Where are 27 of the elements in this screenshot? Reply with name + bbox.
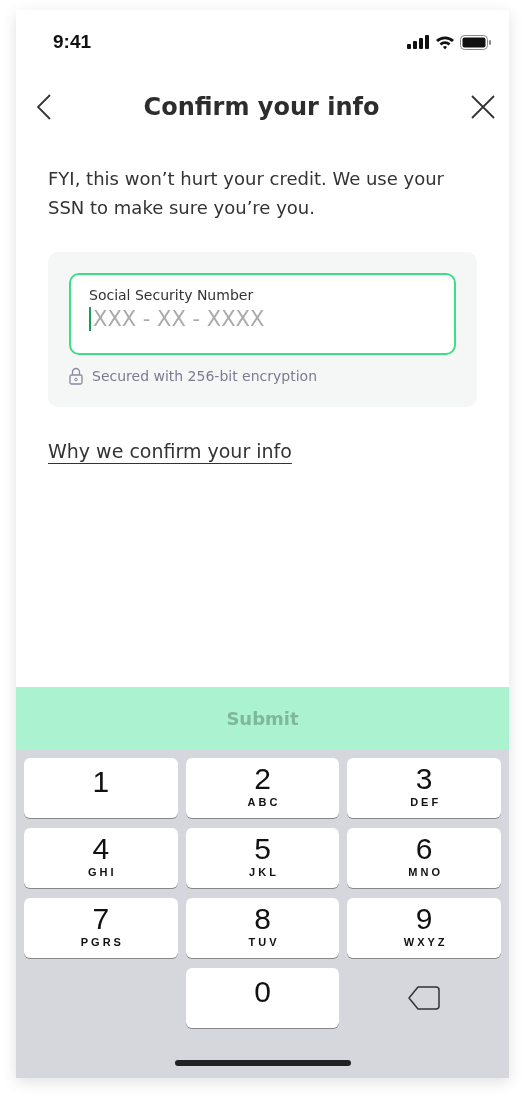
security-note: Secured with 256-bit encryption	[92, 368, 318, 384]
intro-text: FYI, this won’t hurt your credit. We use your SSN to make sure you’re you.	[48, 167, 445, 220]
close-button[interactable]	[471, 95, 495, 119]
keypad-key[interactable]: 1	[24, 758, 178, 818]
keypad-key[interactable]: 8 TUV	[185, 898, 340, 958]
why-confirm-link[interactable]: Why we confirm your info	[48, 440, 292, 462]
keypad-key[interactable]: 7 PGRS	[24, 898, 178, 958]
keypad-key[interactable]: 2 ABC	[185, 758, 340, 818]
wifi-icon	[435, 34, 455, 50]
back-button[interactable]	[36, 94, 52, 120]
keypad-key[interactable]: 0	[185, 968, 340, 1028]
close-icon	[471, 95, 495, 119]
lock-icon	[69, 367, 83, 385]
keypad-key[interactable]: 9 WXYZ	[347, 898, 501, 958]
backspace-icon	[408, 986, 441, 1010]
field-label: Social Security Number	[89, 287, 255, 303]
signal-icon	[407, 35, 430, 49]
ssn-field[interactable]: Social Security Number XXX - XX - XXXX	[69, 273, 456, 355]
status-time: 9:41	[53, 31, 92, 53]
back-icon	[36, 94, 52, 120]
ssn-input[interactable]: XXX - XX - XXXX	[89, 307, 373, 331]
keypad-key[interactable]: 4 GHI	[24, 828, 178, 888]
battery-icon	[460, 34, 491, 50]
keypad-key[interactable]: 6 MNO	[347, 828, 501, 888]
screen-title: Confirm your info	[143, 93, 380, 121]
keypad-key[interactable]: 3 DEF	[347, 758, 501, 818]
keypad-key[interactable]: 5 JKL	[185, 828, 340, 888]
